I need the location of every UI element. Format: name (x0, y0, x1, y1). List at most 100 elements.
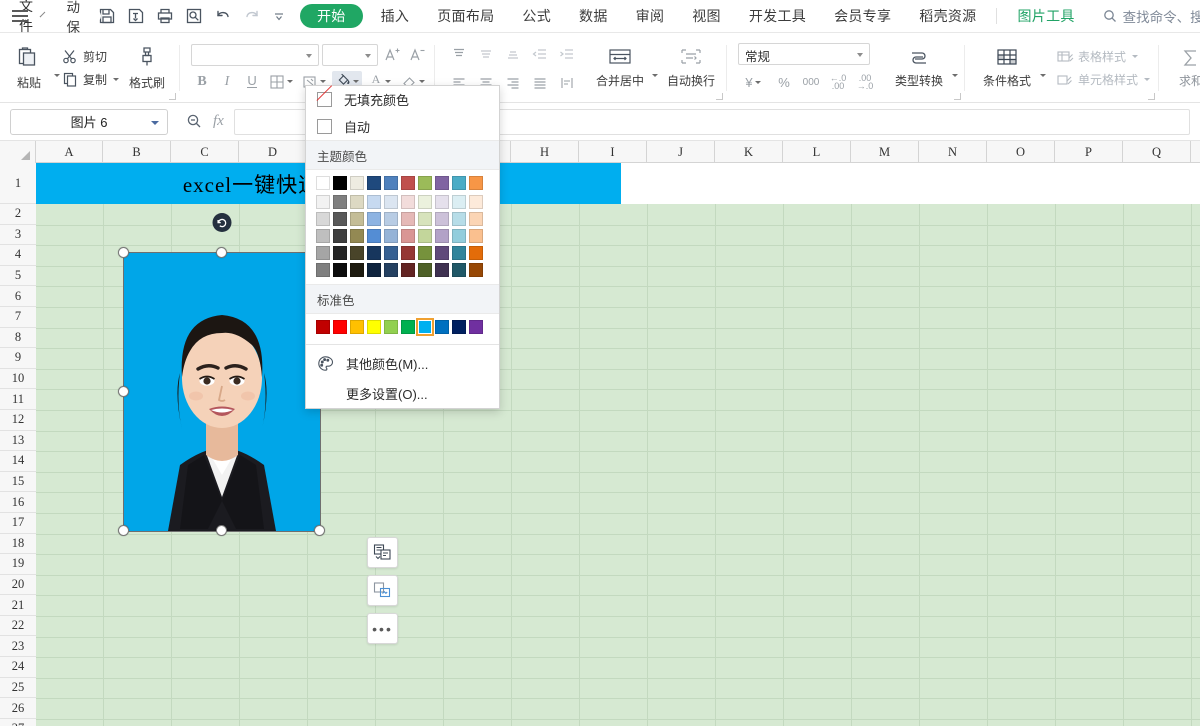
resize-handle-sw[interactable] (118, 525, 129, 536)
table-style-caret-icon[interactable] (1132, 55, 1138, 58)
borders-button[interactable] (266, 71, 296, 93)
group-expand-icon[interactable] (1148, 93, 1155, 100)
row-header-5[interactable]: 5 (0, 266, 36, 287)
theme-color-swatch-3-0[interactable] (316, 229, 330, 243)
font-size-input[interactable] (322, 44, 378, 66)
print-preview-icon[interactable] (185, 6, 203, 27)
row-header-1[interactable]: 1 (0, 163, 36, 204)
clear-format-caret-icon[interactable] (419, 80, 425, 83)
conditional-format-button[interactable]: 条件格式 (976, 47, 1038, 89)
font-color-caret-icon[interactable] (385, 80, 391, 83)
copy-caret-icon[interactable] (113, 78, 119, 81)
row-header-8[interactable]: 8 (0, 328, 36, 349)
row-header-27[interactable]: 27 (0, 719, 36, 726)
theme-color-swatch-0-6[interactable] (418, 176, 432, 190)
theme-color-swatch-0-2[interactable] (350, 176, 364, 190)
font-name-input[interactable] (191, 44, 319, 66)
merge-center-caret-icon[interactable] (652, 74, 658, 77)
row-header-21[interactable]: 21 (0, 595, 36, 616)
row-header-3[interactable]: 3 (0, 225, 36, 246)
theme-color-swatch-3-7[interactable] (435, 229, 449, 243)
resize-handle-w[interactable] (118, 386, 129, 397)
theme-color-swatch-3-2[interactable] (350, 229, 364, 243)
type-convert-button[interactable]: 类型转换 (888, 47, 950, 89)
tab-picture-tools[interactable]: 图片工具 (1003, 0, 1088, 33)
theme-color-swatch-3-9[interactable] (469, 229, 483, 243)
theme-color-swatch-5-1[interactable] (333, 263, 347, 277)
customize-quick-access-icon[interactable] (272, 6, 286, 27)
theme-color-swatch-1-7[interactable] (435, 195, 449, 209)
conditional-format-caret-icon[interactable] (1040, 74, 1046, 77)
tab-review[interactable]: 审阅 (622, 0, 679, 33)
column-header-M[interactable]: M (851, 141, 919, 163)
row-header-23[interactable]: 23 (0, 636, 36, 657)
align-right-button[interactable] (502, 72, 524, 94)
wrap-text-button[interactable]: 自动换行 (662, 47, 720, 89)
increase-decimal-button[interactable]: ←.0.00 (827, 71, 849, 93)
file-menu-label[interactable]: 文件 (19, 0, 34, 36)
print-icon[interactable] (156, 6, 174, 27)
tab-formula[interactable]: 公式 (508, 0, 565, 33)
menu-item-more-colors[interactable]: 其他颜色(M)... (306, 348, 499, 378)
cell-style-caret-icon[interactable] (1144, 78, 1150, 81)
theme-color-swatch-3-1[interactable] (333, 229, 347, 243)
standard-color-swatch-4[interactable] (384, 320, 398, 334)
name-box[interactable]: 图片 6 (10, 109, 168, 135)
format-painter-button[interactable]: 格式刷 (121, 45, 173, 91)
row-header-12[interactable]: 12 (0, 410, 36, 431)
row-header-20[interactable]: 20 (0, 575, 36, 596)
theme-color-swatch-1-4[interactable] (384, 195, 398, 209)
standard-color-swatch-0[interactable] (316, 320, 330, 334)
theme-color-swatch-4-2[interactable] (350, 246, 364, 260)
shrink-font-button[interactable] (406, 44, 428, 66)
row-header-25[interactable]: 25 (0, 678, 36, 699)
menu-item-no-fill[interactable]: 无填充颜色 (306, 86, 499, 113)
row-header-22[interactable]: 22 (0, 616, 36, 637)
column-header-H[interactable]: H (511, 141, 579, 163)
theme-color-swatch-4-4[interactable] (384, 246, 398, 260)
tab-docer-resources[interactable]: 稻壳资源 (905, 0, 990, 33)
cell-style-button[interactable]: 单元格样式 (1056, 71, 1150, 88)
theme-color-swatch-2-5[interactable] (401, 212, 415, 226)
theme-color-swatch-5-9[interactable] (469, 263, 483, 277)
theme-color-swatch-5-4[interactable] (384, 263, 398, 277)
theme-color-swatch-2-1[interactable] (333, 212, 347, 226)
column-header-D[interactable]: D (239, 141, 307, 163)
theme-color-swatch-4-1[interactable] (333, 246, 347, 260)
theme-color-swatch-2-0[interactable] (316, 212, 330, 226)
increase-indent-button[interactable] (556, 43, 578, 65)
text-direction-button[interactable] (556, 72, 578, 94)
theme-color-swatch-2-7[interactable] (435, 212, 449, 226)
theme-color-swatch-1-1[interactable] (333, 195, 347, 209)
theme-color-swatch-1-8[interactable] (452, 195, 466, 209)
theme-color-swatch-5-6[interactable] (418, 263, 432, 277)
tab-view[interactable]: 视图 (678, 0, 735, 33)
more-options-button[interactable]: ••• (367, 613, 398, 644)
standard-color-swatch-9[interactable] (469, 320, 483, 334)
italic-button[interactable]: I (216, 71, 238, 93)
column-header-P[interactable]: P (1055, 141, 1123, 163)
theme-color-swatch-0-7[interactable] (435, 176, 449, 190)
theme-color-swatch-0-3[interactable] (367, 176, 381, 190)
column-header-J[interactable]: J (647, 141, 715, 163)
column-header-A[interactable]: A (36, 141, 103, 163)
theme-color-swatch-3-3[interactable] (367, 229, 381, 243)
theme-color-swatch-4-6[interactable] (418, 246, 432, 260)
row-header-4[interactable]: 4 (0, 245, 36, 266)
theme-color-swatch-5-3[interactable] (367, 263, 381, 277)
currency-caret-icon[interactable] (755, 81, 761, 84)
picture-object[interactable] (124, 253, 320, 531)
borders-caret-icon[interactable] (287, 80, 293, 83)
theme-color-swatch-5-5[interactable] (401, 263, 415, 277)
merge-center-button[interactable]: 合并居中 (590, 47, 650, 89)
standard-color-swatch-3[interactable] (367, 320, 381, 334)
group-expand-icon[interactable] (716, 93, 723, 100)
resize-handle-se[interactable] (314, 525, 325, 536)
menu-item-more-settings[interactable]: 更多设置(O)... (306, 378, 499, 408)
standard-color-swatch-1[interactable] (333, 320, 347, 334)
column-header-Q[interactable]: Q (1123, 141, 1191, 163)
row-header-13[interactable]: 13 (0, 431, 36, 452)
row-header-2[interactable]: 2 (0, 204, 36, 225)
theme-color-swatch-0-8[interactable] (452, 176, 466, 190)
theme-color-swatch-2-3[interactable] (367, 212, 381, 226)
